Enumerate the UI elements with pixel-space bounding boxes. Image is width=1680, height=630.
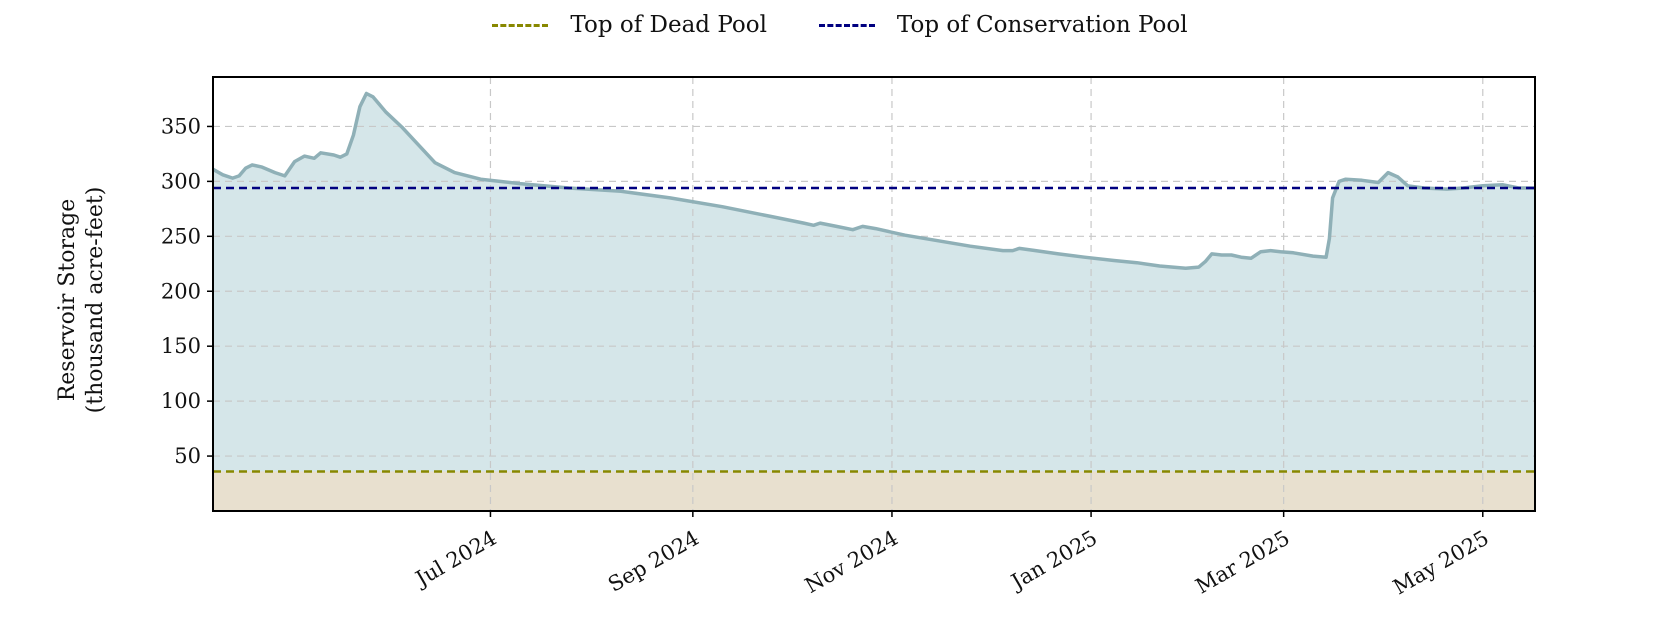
y-tick-label-3: 200 [161,279,201,303]
x-tick-label-3: Jan 2025 [1006,526,1102,595]
x-tick-label-2: Nov 2024 [801,526,902,598]
x-tick-label-4: Mar 2025 [1192,526,1294,599]
y-tick-label-2: 150 [161,334,201,358]
x-tick-label-0: Jul 2024 [410,526,501,592]
x-tick-label-5: May 2025 [1389,526,1493,600]
y-tick-label-0: 50 [174,444,201,468]
storage-area-fill [213,93,1535,511]
dead-pool-fill [213,471,1535,511]
y-tick-label-5: 300 [161,169,201,193]
x-tick-label-1: Sep 2024 [604,526,703,597]
y-tick-label-1: 100 [161,389,201,413]
y-tick-label-4: 250 [161,224,201,248]
storage-chart: 50 100 150 200 250 300 350 Jul 2024 Sep 2024 Nov … [161,76,1536,600]
y-tick-label-6: 350 [161,114,201,138]
